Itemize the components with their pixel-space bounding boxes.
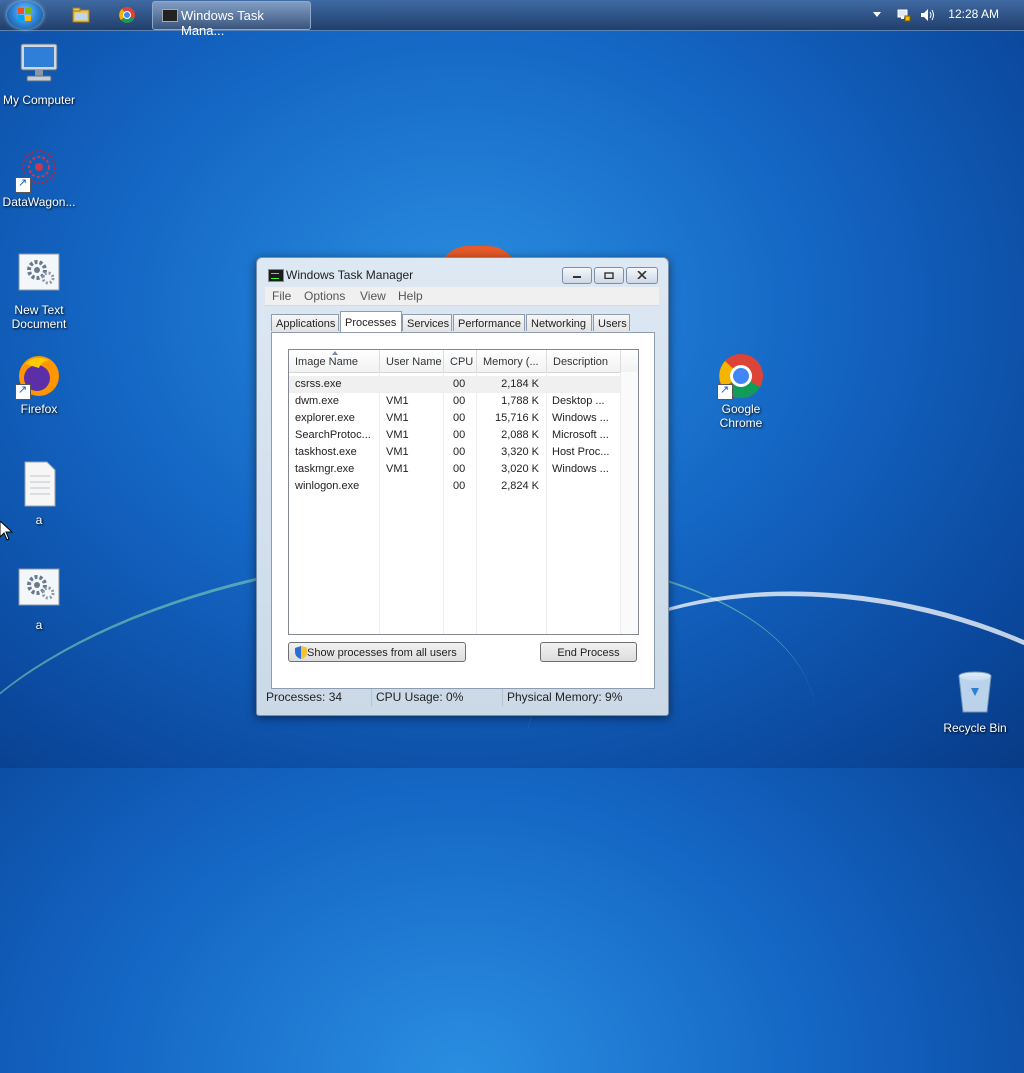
menu-help[interactable]: Help <box>398 289 423 303</box>
desktop-icon-label: Google Chrome <box>719 402 763 430</box>
table-row[interactable]: taskhost.exe VM1 00 3,320 K Host Proc... <box>289 444 621 461</box>
recycle-bin-icon <box>958 671 992 713</box>
process-list[interactable]: Image Name User Name CPU Memory (... Des… <box>288 349 639 635</box>
table-row[interactable]: taskmgr.exe VM1 00 3,020 K Windows ... <box>289 461 621 478</box>
start-button[interactable] <box>7 1 43 29</box>
table-row[interactable]: explorer.exe VM1 00 15,716 K Windows ... <box>289 410 621 427</box>
taskbar-task-manager-button[interactable]: Windows Task Mana... <box>152 1 311 38</box>
desktop-icon-recycle-bin[interactable]: Recycle Bin <box>935 668 1015 735</box>
column-image-name[interactable]: Image Name <box>289 350 380 372</box>
desktop-icon-label: Recycle Bin <box>943 721 1007 735</box>
show-all-processes-label: Show processes from all users <box>307 647 457 659</box>
vertical-scrollbar[interactable] <box>620 372 638 634</box>
desktop-icon-label: New Text Document <box>11 303 67 331</box>
taskbar-task-label: Windows Task Mana... <box>181 8 264 38</box>
menu-file[interactable]: File <box>272 289 291 303</box>
show-hidden-icons-icon[interactable] <box>873 12 881 17</box>
shortcut-arrow-icon <box>15 383 31 400</box>
network-icon[interactable] <box>897 8 911 22</box>
processes-panel: Image Name User Name CPU Memory (... Des… <box>271 332 655 689</box>
desktop-icon-datawagon[interactable]: DataWagon... <box>0 145 79 209</box>
desktop-icon-label: DataWagon... <box>2 195 76 209</box>
close-button[interactable] <box>626 267 658 284</box>
volume-icon[interactable] <box>920 8 936 22</box>
computer-icon <box>20 43 58 82</box>
chrome-taskbar-icon[interactable] <box>117 5 137 25</box>
tab-performance[interactable]: Performance <box>453 314 525 331</box>
menu-options[interactable]: Options <box>304 289 345 303</box>
end-process-button[interactable]: End Process <box>540 642 637 662</box>
tab-services[interactable]: Services <box>402 314 452 331</box>
desktop-icon-label: Firefox <box>20 402 58 416</box>
column-memory[interactable]: Memory (... <box>477 350 547 372</box>
desktop-icon-a-text[interactable]: a <box>0 460 79 527</box>
desktop-icon-a-settings[interactable]: a <box>0 565 79 632</box>
minimize-button[interactable] <box>562 267 592 284</box>
taskbar-clock[interactable]: 12:28 AM <box>948 7 999 21</box>
column-cpu[interactable]: CPU <box>444 350 477 372</box>
menu-view[interactable]: View <box>360 289 386 303</box>
status-bar: Processes: 34 CPU Usage: 0% Physical Mem… <box>263 686 660 708</box>
text-file-icon <box>24 461 56 507</box>
shortcut-arrow-icon <box>15 176 31 193</box>
taskbar: Windows Task Mana... 12:28 AM <box>0 0 1024 38</box>
maximize-button[interactable] <box>594 267 624 284</box>
system-tray: 12:28 AM <box>864 0 1024 30</box>
desktop-icon-my-computer[interactable]: My Computer <box>0 40 79 107</box>
task-manager-icon <box>268 269 284 282</box>
table-row[interactable]: dwm.exe VM1 00 1,788 K Desktop ... <box>289 393 621 410</box>
sort-arrow-icon <box>332 351 338 355</box>
shortcut-arrow-icon <box>717 383 733 400</box>
close-icon <box>637 271 647 279</box>
status-processes: Processes: 34 <box>266 690 343 704</box>
menu-bar: File Options View Help <box>265 287 659 306</box>
task-manager-icon <box>162 9 178 22</box>
desktop-icon-label: My Computer <box>2 93 76 107</box>
desktop-icon-firefox[interactable]: Firefox <box>0 352 79 416</box>
column-header-row: Image Name User Name CPU Memory (... Des… <box>289 350 638 373</box>
mouse-pointer-icon <box>0 521 14 541</box>
task-manager-window[interactable]: Windows Task Manager File Options View H… <box>256 257 669 716</box>
uac-shield-icon <box>295 646 307 659</box>
tab-networking[interactable]: Networking <box>526 314 592 331</box>
tab-applications[interactable]: Applications <box>271 314 339 331</box>
show-all-processes-button[interactable]: Show processes from all users <box>288 642 466 662</box>
desktop-icon-google-chrome[interactable]: Google Chrome <box>701 352 781 430</box>
tab-users[interactable]: Users <box>593 314 630 331</box>
settings-document-icon <box>18 253 60 291</box>
minimize-icon <box>573 276 581 278</box>
windows-logo-icon <box>18 8 31 21</box>
table-row[interactable]: SearchProtoc... VM1 00 2,088 K Microsoft… <box>289 427 621 444</box>
table-row[interactable]: winlogon.exe 00 2,824 K <box>289 478 621 495</box>
window-title: Windows Task Manager <box>286 268 414 282</box>
status-physical-memory: Physical Memory: 9% <box>502 689 657 706</box>
maximize-icon <box>604 272 614 279</box>
desktop-icon-label: a <box>35 618 43 632</box>
explorer-folder-icon[interactable] <box>71 5 91 25</box>
tab-processes[interactable]: Processes <box>340 311 402 332</box>
desktop-icon-new-text-document[interactable]: New Text Document <box>0 250 79 331</box>
settings-document-icon <box>18 568 60 606</box>
status-cpu-usage: CPU Usage: 0% <box>371 689 498 706</box>
column-description[interactable]: Description <box>547 350 621 372</box>
column-user-name[interactable]: User Name <box>380 350 444 372</box>
table-row[interactable]: csrss.exe 00 2,184 K <box>289 376 621 393</box>
